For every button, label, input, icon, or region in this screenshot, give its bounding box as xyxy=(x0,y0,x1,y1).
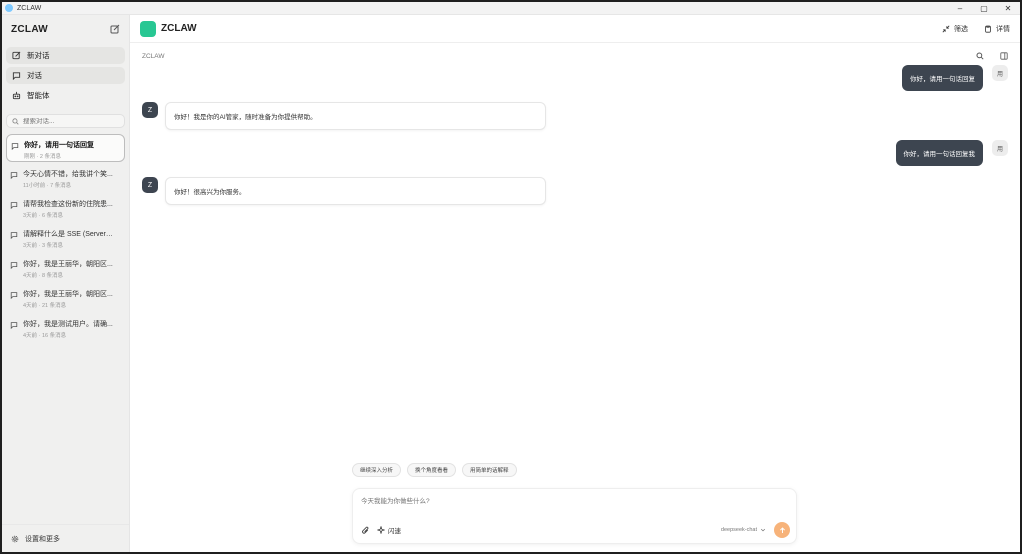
conversation-list: 你好，请用一句话回复 刚刚 · 2 条消息今天心情不错，给我讲个笑... 11小时前… xyxy=(2,134,129,342)
conversation-item[interactable]: 你好，请用一句话回复 刚刚 · 2 条消息 xyxy=(6,134,125,162)
conversation-meta: 3天前 · 6 条消息 xyxy=(23,213,64,219)
conversation-title: 请解释什么是 SSE (Server-Se... xyxy=(23,231,115,238)
conversation-search[interactable] xyxy=(6,114,125,128)
app-window: ZCLAW – ▢ ✕ ZCLAW 新对话 对话 智能体 搜索对话... 你好，… xyxy=(2,2,1020,552)
top-bar: ZCLAW 筛选 详情 xyxy=(130,15,1020,43)
conversation-meta: 4天前 · 8 条消息 xyxy=(23,273,64,279)
nav-agents[interactable]: 智能体 xyxy=(6,87,125,104)
conversation-meta: 3天前 · 3 条消息 xyxy=(23,243,64,249)
mode-label: 闪速 xyxy=(388,528,401,535)
collapse-arrows-icon xyxy=(942,25,950,32)
settings-label: 设置和更多 xyxy=(25,535,60,543)
nav-chats[interactable]: 对话 xyxy=(6,67,125,84)
chat-bubble-icon xyxy=(10,262,18,269)
gear-icon xyxy=(11,535,19,542)
user-bubble: 你好，请用一句话回复 xyxy=(902,65,983,91)
clipboard-icon xyxy=(985,25,991,33)
chat-bubble-icon xyxy=(12,72,21,80)
suggestion-chip[interactable]: 换个角度看看 xyxy=(407,463,457,477)
search-input[interactable] xyxy=(23,117,113,125)
bot-avatar: Z xyxy=(142,102,158,118)
chat-bubble-icon xyxy=(10,202,18,209)
sparkle-icon xyxy=(377,526,385,534)
chat-bubble-icon xyxy=(10,322,18,329)
search-icon xyxy=(12,117,19,125)
bot-message: Z 你好！很高兴为你服务。 xyxy=(142,177,546,205)
bot-avatar: Z xyxy=(142,177,158,193)
suggestion-chip[interactable]: 继续深入分析 xyxy=(352,463,402,477)
speed-mode-toggle[interactable]: 闪速 xyxy=(377,525,401,535)
bot-bubble: 你好！我是你的AI管家，随时准备为你提供帮助。 xyxy=(165,102,546,130)
title-bar: ZCLAW – ▢ ✕ xyxy=(2,2,1020,15)
chevron-down-icon xyxy=(760,528,766,532)
nav-new-chat[interactable]: 新对话 xyxy=(6,47,125,64)
minimize-button[interactable]: – xyxy=(948,2,972,15)
conversation-item[interactable]: 你好，我是王丽华，朝阳区... 4天前 · 8 条消息 xyxy=(6,254,125,282)
conversation-title: 你好，我是测试用户。请确... xyxy=(23,321,113,328)
user-bubble: 你好，请用一句话回复我 xyxy=(895,140,983,166)
brand-logo-icon xyxy=(140,20,156,37)
conversation-meta: 11小时前 · 7 条消息 xyxy=(23,183,72,189)
filter-button[interactable]: 筛选 xyxy=(942,24,968,34)
suggestion-chips: 继续深入分析 换个角度看看 用简单的话解释 xyxy=(352,463,517,477)
chat-bubble-icon xyxy=(11,143,19,150)
send-arrow-icon xyxy=(779,526,785,533)
user-avatar: 用 xyxy=(992,65,1008,81)
window-title: ZCLAW xyxy=(17,4,42,12)
user-message: 你好，请用一句话回复我 用 xyxy=(895,140,1008,166)
conversation-item[interactable]: 请帮我检查这份新的住院患... 3天前 · 6 条消息 xyxy=(6,194,125,222)
brand-name: ZCLAW xyxy=(161,23,197,34)
sub-bar: ZCLAW xyxy=(130,43,1020,69)
conversation-meta: 4天前 · 16 条消息 xyxy=(23,333,67,339)
conversation-item[interactable]: 请解释什么是 SSE (Server-Se... 3天前 · 3 条消息 xyxy=(6,224,125,252)
details-button[interactable]: 详情 xyxy=(984,24,1010,34)
conversation-item[interactable]: 你好，我是测试用户。请确... 4天前 · 16 条消息 xyxy=(6,314,125,342)
conversation-title: 你好，我是王丽华，朝阳区... xyxy=(23,291,113,298)
conversation-title: 请帮我检查这份新的住院患... xyxy=(23,201,113,208)
edit-icon xyxy=(12,51,21,60)
settings-button[interactable]: 设置和更多 xyxy=(2,524,129,552)
bot-bubble: 你好！很高兴为你服务。 xyxy=(165,177,546,205)
nav-label: 对话 xyxy=(27,71,42,80)
app-logo-icon xyxy=(5,4,13,12)
maximize-button[interactable]: ▢ xyxy=(972,2,996,15)
user-message: 你好，请用一句话回复 用 xyxy=(902,65,1008,91)
user-avatar: 用 xyxy=(992,140,1008,156)
chat-bubble-icon xyxy=(10,292,18,299)
agent-name: ZCLAW xyxy=(142,52,165,60)
compose-icon[interactable] xyxy=(110,24,120,34)
sidebar: ZCLAW 新对话 对话 智能体 搜索对话... 你好，请用一句话回复 刚刚 ·… xyxy=(2,15,130,552)
chat-main: ZCLAW 筛选 详情 ZCLAW 你好，请用一句话回复 用 Z 你好！我是你的… xyxy=(130,15,1020,552)
robot-icon xyxy=(12,91,21,100)
suggestion-chip[interactable]: 用简单的话解释 xyxy=(462,463,517,477)
message-composer: 闪速 deepseek-chat xyxy=(352,488,797,544)
details-label: 详情 xyxy=(996,25,1010,33)
send-button[interactable] xyxy=(774,522,790,538)
conversation-title: 今天心情不错，给我讲个笑... xyxy=(23,171,113,178)
conversation-item[interactable]: 你好，我是王丽华，朝阳区... 4天前 · 21 条消息 xyxy=(6,284,125,312)
sidebar-title: ZCLAW xyxy=(11,23,49,35)
search-icon[interactable] xyxy=(976,52,984,60)
nav-label: 新对话 xyxy=(27,51,50,60)
paperclip-icon[interactable] xyxy=(361,526,370,535)
panel-toggle-icon[interactable] xyxy=(1000,52,1008,60)
bot-message: Z 你好！我是你的AI管家，随时准备为你提供帮助。 xyxy=(142,102,546,130)
chat-bubble-icon xyxy=(10,232,18,239)
conversation-title: 你好，请用一句话回复 xyxy=(24,142,94,149)
message-input[interactable] xyxy=(361,495,761,509)
model-label: deepseek-chat xyxy=(720,527,757,533)
model-selector[interactable]: deepseek-chat xyxy=(721,527,766,533)
conversation-item[interactable]: 今天心情不错，给我讲个笑... 11小时前 · 7 条消息 xyxy=(6,164,125,192)
chat-bubble-icon xyxy=(10,172,18,179)
conversation-meta: 4天前 · 21 条消息 xyxy=(23,303,67,309)
nav-label: 智能体 xyxy=(27,91,50,100)
conversation-meta: 刚刚 · 2 条消息 xyxy=(24,154,61,160)
conversation-title: 你好，我是王丽华，朝阳区... xyxy=(23,261,113,268)
filter-label: 筛选 xyxy=(954,25,968,33)
close-window-button[interactable]: ✕ xyxy=(996,2,1020,15)
